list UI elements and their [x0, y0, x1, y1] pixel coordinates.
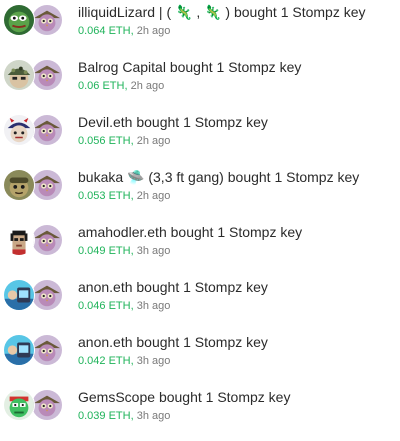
action-text: bought 1 Stompz key [158, 389, 291, 405]
time-ago: 3h ago [136, 245, 171, 257]
price-text: 0.053 ETH [78, 190, 131, 202]
action-text: bought 1 Stompz key [136, 334, 268, 350]
green-frog-avatar-icon[interactable] [3, 389, 35, 421]
activity-text: illiquidLizard | ( 🦎 , 🦎 ) bought 1 Stom… [78, 4, 366, 21]
activity-item[interactable]: amahodler.eth bought 1 Stompz key 0.049 … [0, 220, 400, 276]
stompz-owl-avatar-icon[interactable] [31, 4, 63, 36]
activity-item[interactable]: anon.eth bought 1 Stompz key 0.046 ETH, … [0, 275, 400, 331]
price-text: 0.064 ETH [78, 25, 131, 37]
activity-text: Devil.eth bought 1 Stompz key [78, 114, 268, 131]
activity-item[interactable]: Balrog Capital bought 1 Stompz key 0.06 … [0, 55, 400, 111]
devil-cap-avatar-icon[interactable] [3, 114, 35, 146]
buyer-name[interactable]: GemsScope [78, 389, 155, 405]
time-ago: 3h ago [136, 355, 171, 367]
time-ago: 2h ago [136, 190, 171, 202]
buyer-name[interactable]: amahodler.eth [78, 224, 167, 240]
activity-meta: 0.056 ETH, 2h ago [78, 135, 171, 147]
price-text: 0.039 ETH [78, 410, 131, 422]
activity-meta: 0.046 ETH, 3h ago [78, 300, 171, 312]
activity-item[interactable]: Devil.eth bought 1 Stompz key 0.056 ETH,… [0, 110, 400, 166]
time-ago: 2h ago [136, 135, 171, 147]
pepe-avatar-icon[interactable] [3, 4, 35, 36]
activity-text: anon.eth bought 1 Stompz key [78, 279, 268, 296]
buyer-name[interactable]: bukaka 🛸 (3,3 ft gang) [78, 169, 224, 185]
action-text: bought 1 Stompz key [136, 114, 268, 130]
activity-meta: 0.053 ETH, 2h ago [78, 190, 171, 202]
time-ago: 2h ago [130, 80, 165, 92]
time-ago: 3h ago [136, 410, 171, 422]
stompz-owl-avatar-icon[interactable] [31, 389, 63, 421]
stompz-owl-avatar-icon[interactable] [31, 169, 63, 201]
olive-character-avatar-icon[interactable] [3, 169, 35, 201]
activity-text: anon.eth bought 1 Stompz key [78, 334, 268, 351]
action-text: bought 1 Stompz key [233, 4, 366, 20]
stompz-owl-avatar-icon[interactable] [31, 279, 63, 311]
activity-item[interactable]: illiquidLizard | ( 🦎 , 🦎 ) bought 1 Stom… [0, 0, 400, 56]
activity-meta: 0.06 ETH, 2h ago [78, 80, 165, 92]
action-text: bought 1 Stompz key [170, 224, 303, 240]
time-ago: 2h ago [136, 25, 171, 37]
price-text: 0.056 ETH [78, 135, 131, 147]
price-text: 0.06 ETH [78, 80, 125, 92]
activity-feed: illiquidLizard | ( 🦎 , 🦎 ) bought 1 Stom… [0, 0, 400, 437]
activity-text: bukaka 🛸 (3,3 ft gang) bought 1 Stompz k… [78, 169, 359, 186]
buyer-name[interactable]: illiquidLizard | ( 🦎 , 🦎 ) [78, 4, 230, 20]
activity-item[interactable]: GemsScope bought 1 Stompz key 0.039 ETH,… [0, 385, 400, 441]
time-ago: 3h ago [136, 300, 171, 312]
stompz-owl-avatar-icon[interactable] [31, 334, 63, 366]
price-text: 0.042 ETH [78, 355, 131, 367]
anon-cyan-avatar-icon[interactable] [3, 279, 35, 311]
camo-helmet-avatar-icon[interactable] [3, 59, 35, 91]
activity-meta: 0.049 ETH, 3h ago [78, 245, 171, 257]
activity-meta: 0.042 ETH, 3h ago [78, 355, 171, 367]
buyer-name[interactable]: Devil.eth [78, 114, 132, 130]
stompz-owl-avatar-icon[interactable] [31, 224, 63, 256]
buyer-name[interactable]: anon.eth [78, 334, 133, 350]
activity-item[interactable]: anon.eth bought 1 Stompz key 0.042 ETH, … [0, 330, 400, 386]
action-text: bought 1 Stompz key [169, 59, 302, 75]
stompz-owl-avatar-icon[interactable] [31, 59, 63, 91]
anon-cyan-avatar-icon[interactable] [3, 334, 35, 366]
price-text: 0.049 ETH [78, 245, 131, 257]
activity-text: amahodler.eth bought 1 Stompz key [78, 224, 302, 241]
buyer-name[interactable]: anon.eth [78, 279, 133, 295]
activity-text: GemsScope bought 1 Stompz key [78, 389, 290, 406]
activity-item[interactable]: bukaka 🛸 (3,3 ft gang) bought 1 Stompz k… [0, 165, 400, 221]
stompz-owl-avatar-icon[interactable] [31, 114, 63, 146]
action-text: bought 1 Stompz key [136, 279, 268, 295]
pixel-punk-avatar-icon[interactable] [3, 224, 35, 256]
activity-meta: 0.039 ETH, 3h ago [78, 410, 171, 422]
action-text: bought 1 Stompz key [227, 169, 360, 185]
activity-meta: 0.064 ETH, 2h ago [78, 25, 171, 37]
buyer-name[interactable]: Balrog Capital [78, 59, 166, 75]
activity-text: Balrog Capital bought 1 Stompz key [78, 59, 301, 76]
price-text: 0.046 ETH [78, 300, 131, 312]
